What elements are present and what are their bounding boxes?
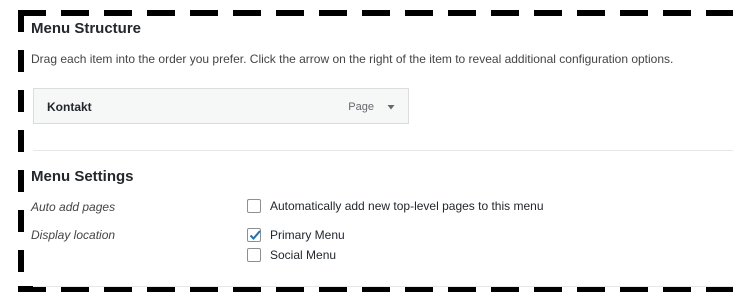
- social-menu-option-label: Social Menu: [270, 248, 337, 262]
- checkmark-icon: [249, 230, 261, 240]
- menu-structure-title: Menu Structure: [31, 20, 142, 37]
- menu-item-title: Kontakt: [47, 100, 92, 114]
- menu-settings-title: Menu Settings: [31, 168, 134, 185]
- primary-menu-option-label: Primary Menu: [270, 228, 345, 242]
- primary-menu-checkbox[interactable]: [247, 228, 261, 242]
- section-divider: [33, 150, 733, 151]
- selection-border-left: [18, 10, 24, 288]
- menu-structure-description: Drag each item into the order you prefer…: [31, 52, 674, 66]
- section-bottom-divider: [33, 286, 733, 287]
- menu-editor-panel: Menu Structure Drag each item into the o…: [31, 18, 733, 288]
- selection-border-top: [18, 10, 733, 16]
- auto-add-pages-option-label: Automatically add new top-level pages to…: [270, 199, 544, 213]
- social-menu-checkbox[interactable]: [247, 248, 261, 262]
- auto-add-pages-checkbox[interactable]: [247, 199, 261, 213]
- triangle-down-icon[interactable]: [384, 100, 398, 114]
- screenshot-frame: Menu Structure Drag each item into the o…: [0, 0, 733, 296]
- display-location-label: Display location: [31, 228, 116, 242]
- menu-item-type: Page: [348, 101, 374, 113]
- menu-item-kontakt[interactable]: Kontakt Page: [33, 88, 409, 124]
- auto-add-pages-label: Auto add pages: [31, 200, 116, 214]
